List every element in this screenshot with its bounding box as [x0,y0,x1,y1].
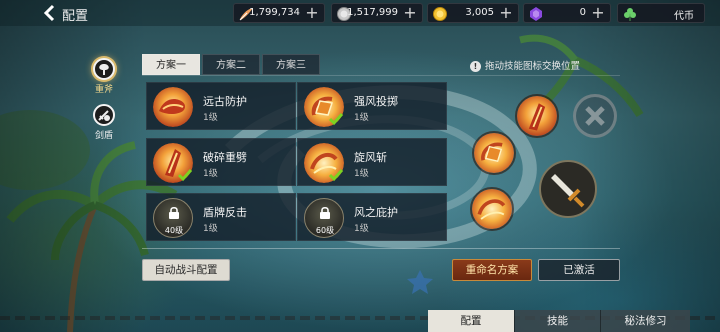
skill-level: 1级 [354,169,369,179]
wind-shelter-icon: 60级 [304,198,344,238]
add-gem-button[interactable]: + [590,5,606,21]
tab-plan-3[interactable]: 方案三 [262,54,320,75]
skill-name: 远古防护 [203,95,247,108]
resource-silver: 1,517,999 + [331,3,423,23]
skill-card-whirlwind-slash[interactable]: 旋风斩 1级 [297,138,447,186]
unlock-level: 40级 [164,226,184,235]
skill-card-wind-throw[interactable]: 强风投掷 1级 [297,82,447,130]
equipped-slot-3[interactable] [470,187,514,231]
bottom-tab-config[interactable]: 配置 [428,310,514,332]
weapon-axe[interactable]: 重斧 [84,58,124,95]
add-silver-button[interactable]: + [402,5,418,21]
plan-tabs: 方案一 方案二 方案三 [142,54,322,75]
resource-gold: 3,005 + [427,3,519,23]
add-feather-button[interactable]: + [304,5,320,21]
lock-icon [320,206,330,219]
drag-hint: ! 拖动技能图标交换位置 [470,58,580,72]
resource-gem: 0 + [523,3,611,23]
top-bar: 配置 1,799,734 + 1,517,999 + 3,005 + 0 + 代… [0,0,720,26]
check-icon [328,113,344,126]
skill-card-wind-shelter[interactable]: 60级 风之庇护 1级 [297,193,447,241]
add-gold-button[interactable]: + [498,5,514,21]
clover-icon [624,8,636,21]
skill-level: 1级 [203,113,218,123]
rename-plan-button[interactable]: 重命名方案 [452,259,532,281]
weapon-axe-label: 重斧 [94,85,113,95]
check-icon [177,169,193,182]
purple-gem-icon [530,7,542,21]
skill-level: 1级 [203,224,218,234]
skill-name: 盾牌反击 [203,206,247,219]
skill-name: 破碎重劈 [203,151,247,164]
activated-button[interactable]: 已激活 [538,259,620,281]
skill-name: 旋风斩 [354,151,387,164]
skill-level: 1级 [203,169,218,179]
skill-level: 1级 [354,224,369,234]
lock-icon [169,206,179,219]
ancient-guard-icon [153,87,193,127]
divider [142,248,620,249]
page-title: 配置 [62,9,89,24]
weapon-sword-shield[interactable]: 剑盾 [84,104,124,141]
unlock-level: 60级 [315,226,335,235]
equipped-slot-2[interactable] [472,131,516,175]
gold-coin-icon [433,7,447,21]
tab-plan-2[interactable]: 方案二 [202,54,260,75]
skill-card-ancient-guard[interactable]: 远古防护 1级 [146,82,296,130]
auto-battle-config-button[interactable]: 自动战斗配置 [142,259,230,281]
skill-card-shatter-cleave[interactable]: 破碎重劈 1级 [146,138,296,186]
axe-icon [93,58,115,80]
skill-card-shield-counter[interactable]: 40级 盾牌反击 1级 [146,193,296,241]
resource-feather: 1,799,734 + [233,3,325,23]
sword-shield-icon [93,104,115,126]
bottom-tab-skills[interactable]: 技能 [514,310,600,332]
bottom-tab-arcane-practice[interactable]: 秘法修习 [600,310,690,332]
weapon-sword-shield-label: 剑盾 [94,131,113,141]
tab-plan-1[interactable]: 方案一 [142,54,200,75]
empty-slot-x-icon[interactable] [573,94,617,138]
skill-name: 风之庇护 [354,206,398,219]
skill-name: 强风投掷 [354,95,398,108]
resource-token[interactable]: 代币 [617,3,705,23]
check-icon [328,169,344,182]
shield-counter-icon: 40级 [153,198,193,238]
basic-attack-sword-icon[interactable] [539,160,597,218]
info-icon: ! [470,61,481,72]
equipped-slot-1[interactable] [515,94,559,138]
back-chevron-icon[interactable] [40,3,60,23]
skill-level: 1级 [354,113,369,123]
